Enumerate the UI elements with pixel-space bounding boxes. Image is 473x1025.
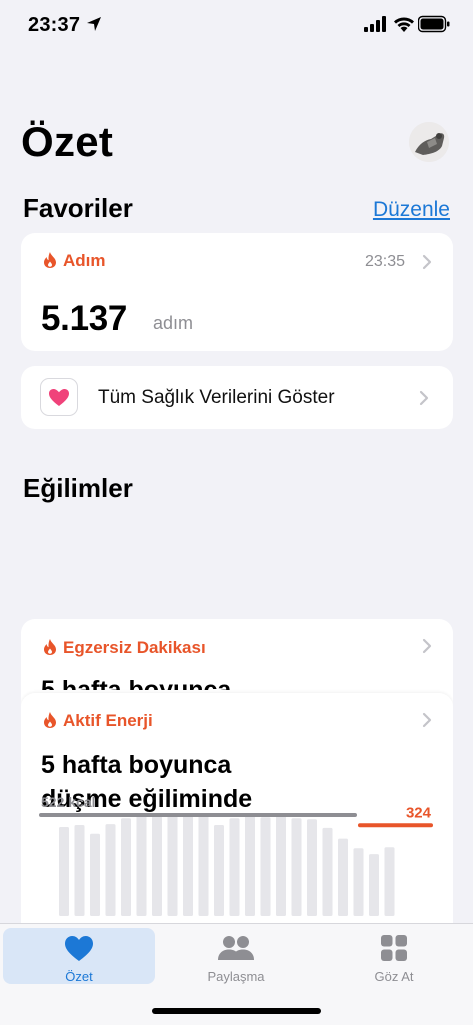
steps-favorite-card[interactable]: Adım 23:35 5.137 adım xyxy=(21,233,453,351)
tab-browse-label: Göz At xyxy=(374,969,414,984)
energy-bar xyxy=(152,816,162,916)
chevron-right-icon xyxy=(422,254,432,270)
avatar-image-icon xyxy=(409,122,449,162)
page-title: Özet xyxy=(21,118,114,165)
energy-bar xyxy=(74,825,85,916)
average-label: 522 kcal xyxy=(41,794,96,810)
active-energy-card[interactable]: Aktif Enerji 5 hafta boyunca düşme eğili… xyxy=(21,693,453,939)
flame-icon xyxy=(44,639,56,655)
heart-icon xyxy=(65,936,93,961)
steps-card-header: Adım xyxy=(43,251,106,271)
exercise-card-summary-peek: 5 hafta boyunca xyxy=(41,675,421,690)
exercise-summary-text: 5 hafta boyunca xyxy=(41,676,232,690)
tab-sharing-label: Paylaşma xyxy=(207,969,265,984)
wifi-icon xyxy=(394,17,414,32)
energy-bar xyxy=(322,827,333,916)
active-energy-chart: 522 kcal 324 xyxy=(39,794,433,916)
exercise-card-header: Egzersiz Dakikası xyxy=(43,638,206,658)
tab-summary[interactable]: Özet xyxy=(3,928,155,984)
flame-icon xyxy=(44,252,56,268)
grid-icon xyxy=(381,935,407,961)
energy-bar xyxy=(338,838,348,916)
battery-icon xyxy=(418,15,450,33)
edit-favorites-link[interactable]: Düzenle xyxy=(373,198,450,222)
trends-card-stack: Egzersiz Dakikası 5 hafta boyunca Aktif … xyxy=(21,619,453,939)
steps-card-time: 23:35 xyxy=(364,253,405,270)
energy-bar xyxy=(369,854,379,916)
energy-bar xyxy=(276,815,286,916)
energy-bar xyxy=(105,824,116,916)
energy-bar xyxy=(307,819,317,916)
chevron-right-icon xyxy=(419,390,429,406)
energy-bar xyxy=(136,815,147,916)
steps-card-label: Adım xyxy=(63,251,106,270)
energy-bar xyxy=(384,847,395,916)
energy-bar xyxy=(59,826,69,916)
current-value-label: 324 xyxy=(406,804,432,821)
favorites-heading: Favoriler xyxy=(23,193,133,223)
steps-unit: adım xyxy=(153,313,194,333)
health-app-badge xyxy=(40,378,78,416)
trends-heading: Eğilimler xyxy=(23,473,133,503)
tab-browse[interactable]: Göz At xyxy=(318,928,470,984)
energy-bar xyxy=(260,817,271,916)
energy-bar xyxy=(183,813,193,916)
energy-bar xyxy=(198,815,209,916)
exercise-card-label: Egzersiz Dakikası xyxy=(63,638,206,657)
people-icon xyxy=(218,936,254,960)
status-time: 23:37 xyxy=(28,14,81,36)
energy-bar xyxy=(229,818,240,916)
energy-bar xyxy=(214,825,224,916)
tab-summary-label: Özet xyxy=(65,969,93,984)
energy-bar xyxy=(90,833,100,916)
energy-bar xyxy=(291,818,302,916)
profile-avatar[interactable] xyxy=(409,122,449,162)
health-heart-icon xyxy=(49,389,69,406)
show-all-health-data-label: Tüm Sağlık Verilerini Göster xyxy=(98,387,335,408)
tab-sharing[interactable]: Paylaşma xyxy=(160,928,312,984)
energy-bar xyxy=(245,814,255,916)
chevron-right-icon xyxy=(422,638,432,654)
home-indicator xyxy=(152,1008,321,1014)
cellular-signal-icon xyxy=(364,16,386,32)
energy-bar xyxy=(121,818,131,916)
energy-bar xyxy=(167,814,178,916)
energy-bar xyxy=(353,848,364,916)
location-arrow-icon xyxy=(87,17,101,31)
steps-value: 5.137 xyxy=(41,299,128,338)
status-bar: 23:37 xyxy=(0,0,473,50)
show-all-health-data-card[interactable]: Tüm Sağlık Verilerini Göster xyxy=(21,366,453,429)
